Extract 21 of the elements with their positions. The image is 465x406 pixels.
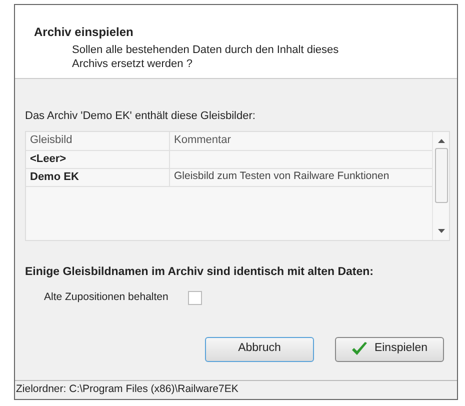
- checkmark-icon: [351, 342, 368, 356]
- scrollbar[interactable]: [432, 132, 449, 240]
- table-row[interactable]: <Leer>: [26, 150, 432, 168]
- column-header[interactable]: Gleisbild: [26, 132, 170, 150]
- option-label: Alte Zupositionen behalten: [44, 290, 168, 305]
- table-row[interactable]: Demo EK Gleisbild zum Testen von Railware Funktionen: [26, 168, 432, 186]
- checkbox[interactable]: [188, 290, 202, 305]
- header-message: Sollen alle bestehenden Daten durch den Inhalt dieses Archivs ersetzt werden ?: [71, 43, 340, 71]
- scroll-down-icon[interactable]: [438, 228, 444, 232]
- status-text: Zielordner: C:\Program Files (x86)\Railware7EK: [16, 382, 238, 398]
- intro-text: Das Archiv 'Demo EK' enthält diese Gleisbilder:: [25, 109, 256, 124]
- confirm-button[interactable]: Einspielen: [335, 336, 444, 362]
- scroll-up-icon[interactable]: [438, 138, 444, 142]
- table-cell-text: Demo EK: [30, 170, 79, 185]
- cancel-button[interactable]: Abbruch: [205, 336, 314, 362]
- dialog-title: Archiv einspielen: [34, 24, 134, 41]
- column-header[interactable]: Kommentar: [170, 132, 432, 150]
- warning-text: Einige Gleisbildnamen im Archiv sind identisch mit alten Daten:: [25, 264, 374, 280]
- table-cell-text: <Leer>: [30, 152, 66, 167]
- table-cell-text: Gleisbild zum Testen von Railware Funktionen: [174, 169, 390, 184]
- scroll-thumb[interactable]: [434, 148, 448, 202]
